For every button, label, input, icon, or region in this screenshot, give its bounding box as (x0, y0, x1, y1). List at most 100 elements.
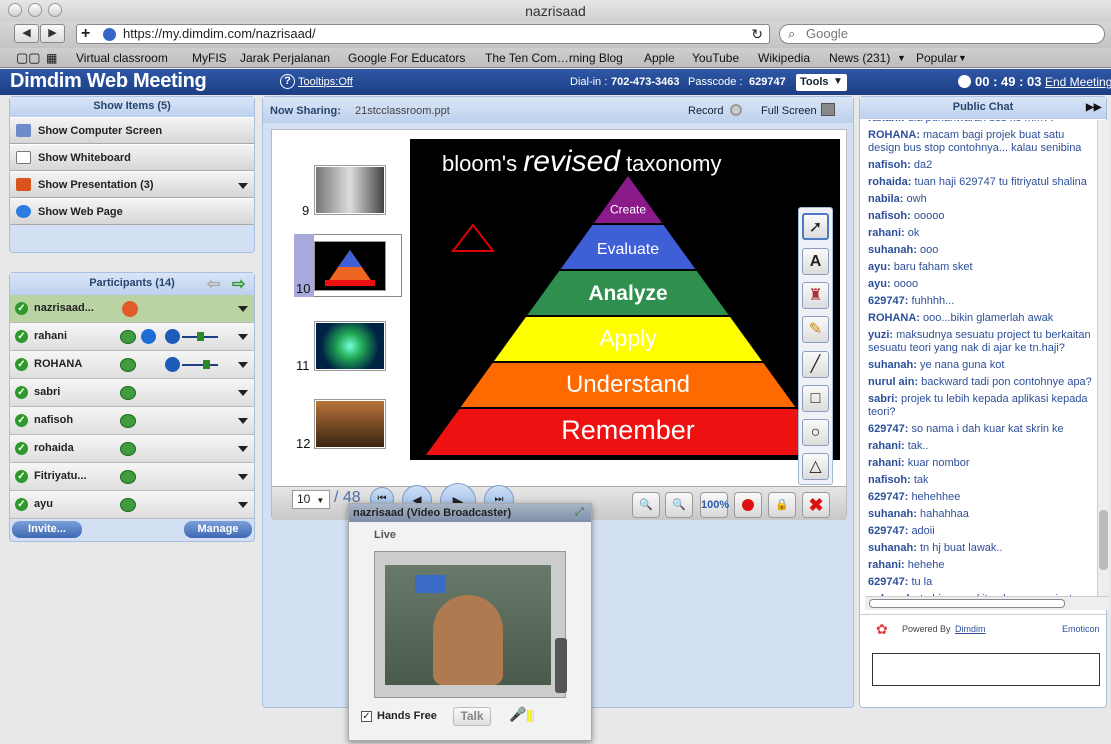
bookmark-item[interactable]: Popular (916, 48, 957, 68)
chat-input[interactable] (872, 653, 1100, 686)
page-select[interactable]: 10 ▼ (292, 490, 330, 509)
slide-thumbnail[interactable] (314, 165, 386, 215)
reading-list-icon[interactable]: ▢▢ (16, 48, 41, 68)
chevron-down-icon[interactable] (238, 474, 248, 480)
chat-horizontal-scrollbar[interactable] (865, 596, 1109, 610)
record-button[interactable] (730, 104, 742, 116)
participants-panel: Participants (14) ⇦ ⇨ ✓ nazrisaad... ✓ rah… (9, 272, 255, 542)
tools-menu[interactable]: Tools ▼ (796, 74, 847, 91)
participant-row[interactable]: ✓ ROHANA (10, 351, 254, 379)
bookmark-item[interactable]: Apple (644, 48, 675, 68)
url-bar[interactable]: + https://my.dimdim.com/nazrisaad/ ↻ (76, 24, 770, 44)
participant-row[interactable]: ✓ nazrisaad... (10, 295, 254, 323)
close-window-button[interactable] (8, 3, 22, 17)
help-icon[interactable]: ? (280, 74, 295, 89)
chevron-down-icon[interactable] (238, 390, 248, 396)
pointer-tool[interactable]: ➚ (802, 213, 829, 240)
stop-icon[interactable] (165, 329, 180, 344)
bookmark-item[interactable]: Google For Educators (348, 48, 465, 68)
stop-icon[interactable] (165, 357, 180, 372)
show-whiteboard-button[interactable]: Show Whiteboard (10, 144, 254, 171)
emoticon-button[interactable]: Emoticon (1062, 624, 1100, 634)
dimdim-link[interactable]: Dimdim (955, 624, 986, 634)
video-scrollbar[interactable] (555, 638, 567, 693)
bookmark-item[interactable]: The Ten Com…rning Blog (485, 48, 623, 68)
slide-thumbnail[interactable] (314, 241, 386, 291)
bookmark-item[interactable]: Jarak Perjalanan (240, 48, 330, 68)
hands-free-checkbox[interactable]: ✓ (361, 711, 372, 722)
end-meeting-link[interactable]: End Meeting (1045, 75, 1111, 89)
search-input[interactable]: ⌕ Google (779, 24, 1105, 44)
poster (415, 575, 445, 593)
invite-button[interactable]: Invite... (12, 521, 82, 538)
slide-thumbnail[interactable] (314, 399, 386, 449)
manage-button[interactable]: Manage (184, 521, 252, 538)
clear-button[interactable]: ✖ (802, 492, 830, 518)
pencil-tool[interactable]: ✎ (802, 316, 829, 343)
show-presentation-button[interactable]: Show Presentation (3) (10, 171, 254, 198)
add-bookmark-icon[interactable]: + (81, 25, 90, 43)
chat-icon[interactable] (120, 470, 136, 484)
text-tool[interactable]: A (802, 248, 829, 275)
chat-icon[interactable] (120, 330, 136, 344)
slide-thumbnail[interactable] (314, 321, 386, 371)
chat-icon[interactable] (120, 442, 136, 456)
zoom-window-button[interactable] (48, 3, 62, 17)
chat-scrollbar[interactable] (1097, 120, 1109, 596)
participant-row[interactable]: ✓ nafisoh (10, 407, 254, 435)
talk-button[interactable]: Talk (453, 707, 491, 726)
participant-row[interactable]: ✓ sabri (10, 379, 254, 407)
chevron-down-icon[interactable] (238, 362, 248, 368)
chevron-down-icon[interactable] (238, 306, 248, 312)
chat-icon[interactable] (120, 498, 136, 512)
volume-knob[interactable] (203, 360, 210, 369)
participant-row[interactable]: ✓ rohaida (10, 435, 254, 463)
chevron-down-icon[interactable] (238, 334, 248, 340)
chevron-down-icon[interactable] (238, 446, 248, 452)
participant-row[interactable]: ✓ rahani (10, 323, 254, 351)
record-annotation-button[interactable] (734, 492, 762, 518)
back-button[interactable]: ◀ (14, 24, 39, 43)
arrow-right-icon[interactable]: ⇨ (232, 274, 245, 295)
grid-icon[interactable]: ▦ (46, 48, 57, 68)
bookmark-item[interactable]: YouTube (692, 48, 739, 68)
rectangle-tool[interactable]: □ (802, 385, 829, 412)
reload-icon[interactable]: ↻ (751, 25, 763, 43)
full-screen-icon[interactable] (821, 103, 835, 116)
chevron-down-icon[interactable] (238, 418, 248, 424)
thumbnail-image (316, 323, 384, 369)
circle-tool[interactable]: ○ (802, 419, 829, 446)
line-tool[interactable]: ╱ (802, 351, 829, 378)
bookmark-item[interactable]: News (231) (829, 48, 890, 68)
volume-slider[interactable] (182, 364, 218, 366)
zoom-in-button[interactable]: 🔍 (665, 492, 693, 518)
show-computer-screen-button[interactable]: Show Computer Screen (10, 117, 254, 144)
chat-scroll-thumb[interactable] (1099, 510, 1108, 570)
tooltips-toggle[interactable]: Tooltips:Off (298, 76, 353, 88)
expand-icon[interactable]: ⤢ (575, 506, 584, 519)
bookmark-item[interactable]: Wikipedia (758, 48, 810, 68)
zoom-out-button[interactable]: 🔍 (632, 492, 660, 518)
volume-knob[interactable] (197, 332, 204, 341)
forward-button[interactable]: ▶ (40, 24, 65, 43)
chat-icon[interactable] (120, 358, 136, 372)
bookmark-item[interactable]: Virtual classroom (76, 48, 168, 68)
arrow-left-icon[interactable]: ⇦ (207, 274, 220, 295)
chat-icon[interactable] (120, 414, 136, 428)
minimize-window-button[interactable] (28, 3, 42, 17)
triangle-tool[interactable]: △ (802, 453, 829, 480)
show-web-page-button[interactable]: Show Web Page (10, 198, 254, 225)
bookmark-item[interactable]: MyFIS (192, 48, 227, 68)
collapse-chat-icon[interactable]: ▶▶ (1086, 97, 1101, 118)
participant-row[interactable]: ✓ Fitriyatu... (10, 463, 254, 491)
lock-button[interactable]: 🔒 (768, 492, 796, 518)
stamp-tool[interactable]: ♜ (802, 282, 829, 309)
chevron-down-icon[interactable] (238, 502, 248, 508)
chat-hscroll-thumb[interactable] (869, 599, 1065, 608)
speaker-icon[interactable] (141, 329, 156, 344)
chat-message: suhanah: ooo (865, 243, 1097, 260)
chat-icon[interactable] (120, 386, 136, 400)
participant-row[interactable]: ✓ ayu (10, 491, 254, 519)
zoom-100-button[interactable]: 100% (700, 492, 729, 518)
chevron-down-icon[interactable] (238, 183, 248, 189)
